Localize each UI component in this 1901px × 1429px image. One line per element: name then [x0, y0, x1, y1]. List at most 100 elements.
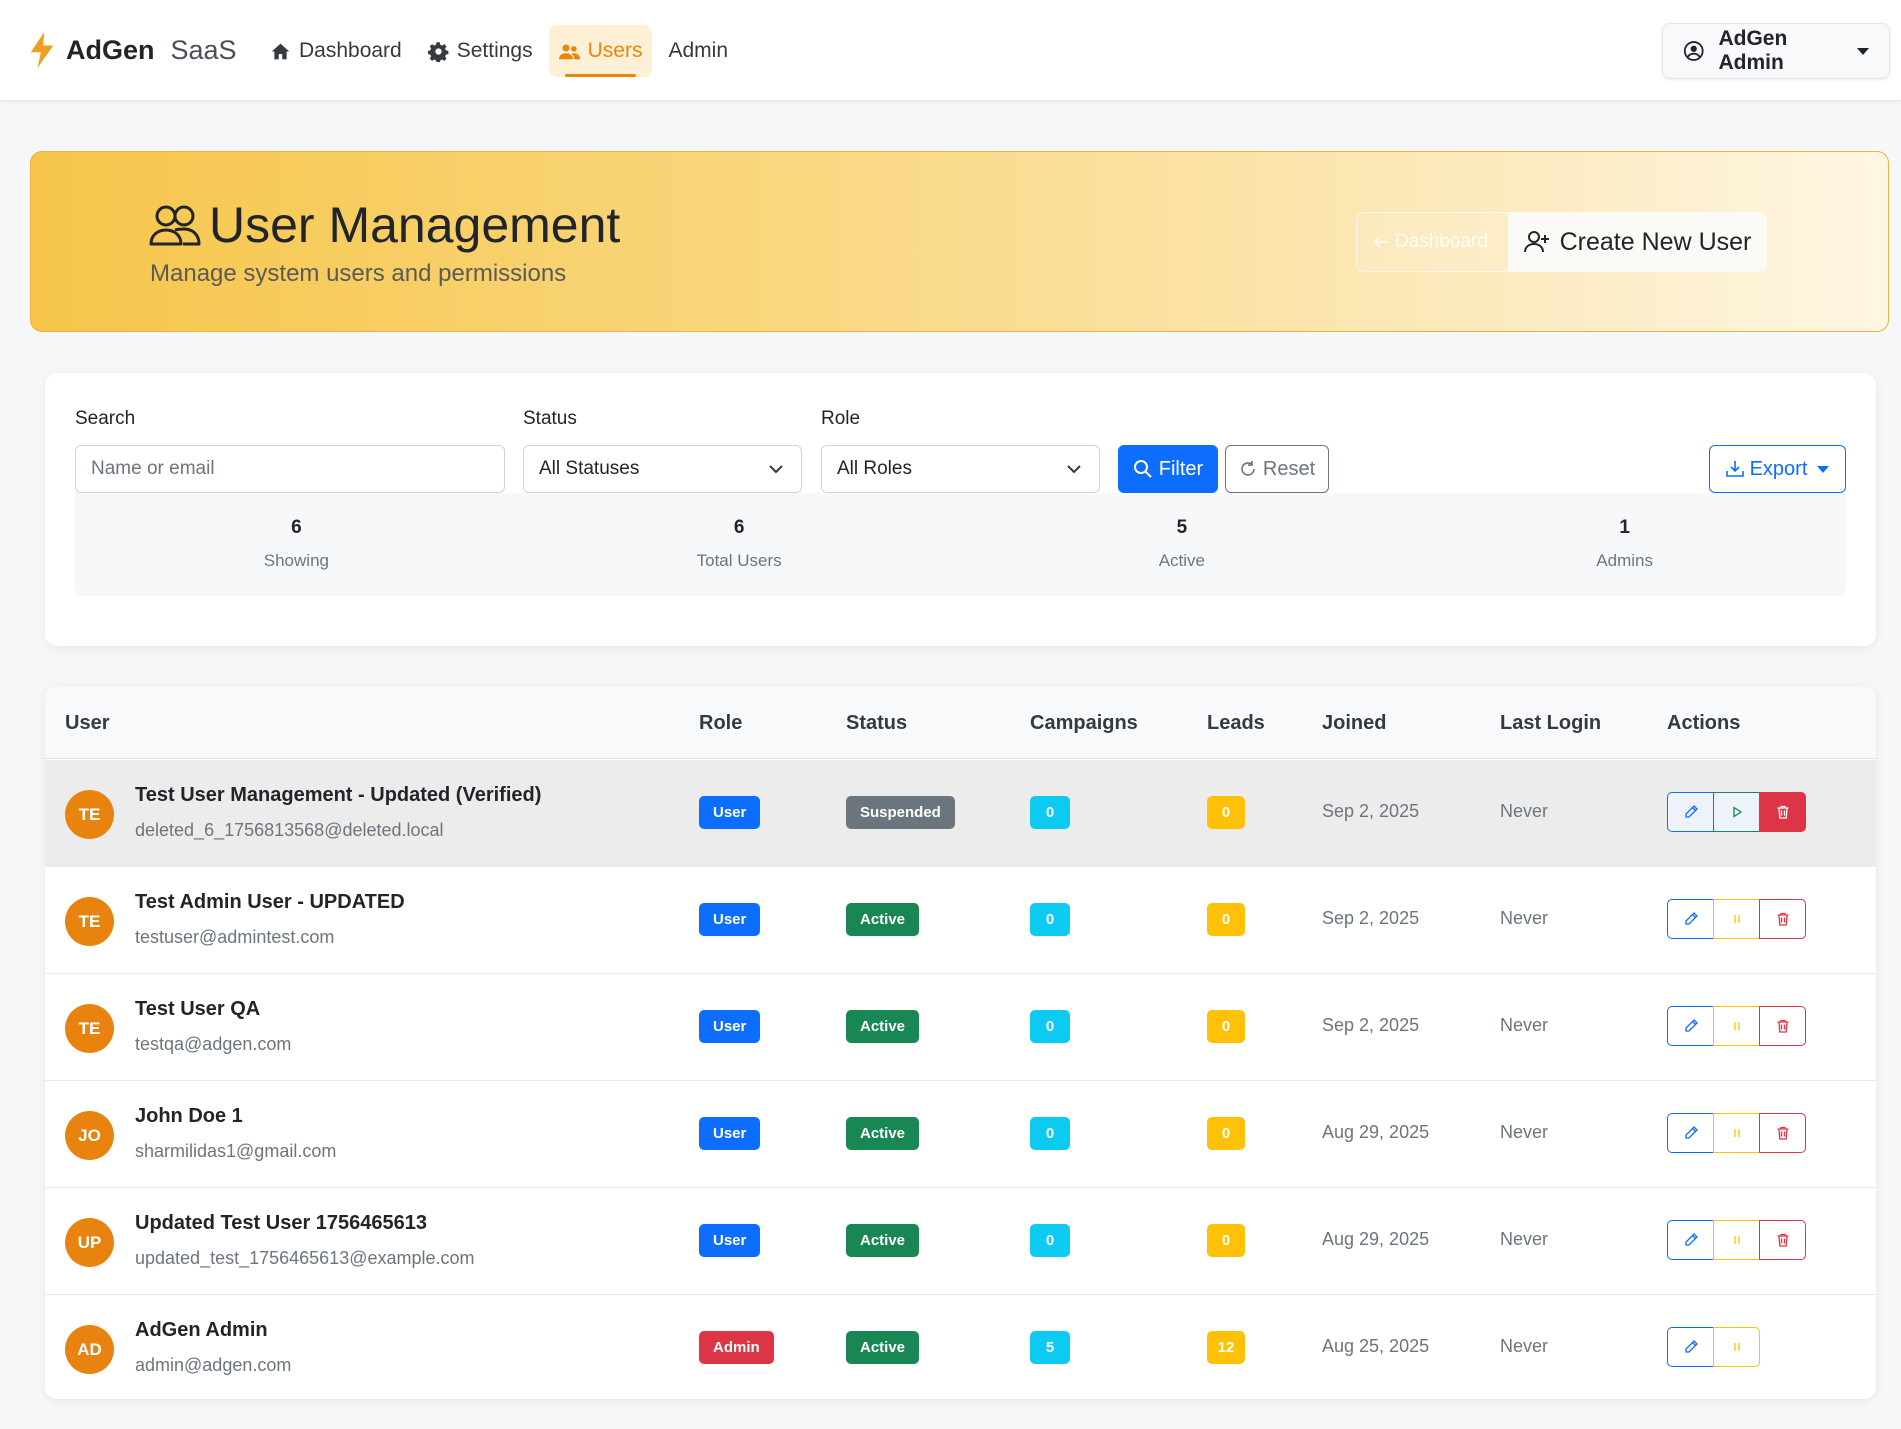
search-icon [1133, 460, 1152, 478]
stat-admins: 1 Admins [1403, 493, 1846, 596]
column-header-joined[interactable]: Joined [1322, 712, 1386, 735]
nav-users[interactable]: Users [548, 25, 653, 77]
person-plus-icon [1523, 231, 1549, 253]
suspend-user-button[interactable] [1713, 1220, 1760, 1260]
nav-admin[interactable]: Admin [658, 25, 738, 77]
activate-user-button[interactable] [1713, 792, 1760, 832]
edit-user-button[interactable] [1667, 792, 1714, 832]
top-navbar: AdGen SaaS Dashboard Settings Users Admi… [0, 0, 1901, 101]
nav-dashboard-label: Dashboard [299, 39, 402, 62]
gear-icon [427, 41, 449, 62]
delete-user-button[interactable] [1759, 792, 1806, 832]
status-select[interactable]: All Statuses [523, 445, 802, 493]
suspend-user-button[interactable] [1713, 1113, 1760, 1153]
edit-user-button[interactable] [1667, 1327, 1714, 1367]
back-to-dashboard-label: Dashboard [1395, 231, 1488, 252]
table-row[interactable]: AD AdGen Admin admin@adgen.com Admin Active 5… [45, 1295, 1876, 1399]
nav-settings-label: Settings [456, 39, 533, 62]
reset-button[interactable]: Reset [1225, 445, 1329, 493]
avatar: TE [65, 1004, 114, 1053]
create-new-user-button[interactable]: Create New User [1509, 213, 1766, 271]
avatar: UP [65, 1218, 114, 1267]
column-header-status[interactable]: Status [846, 712, 907, 735]
table-row[interactable]: TE Test Admin User - UPDATED testuser@admi… [45, 867, 1876, 974]
pause-icon [1733, 915, 1740, 923]
pencil-icon [1684, 1019, 1698, 1032]
pause-icon [1733, 1129, 1740, 1137]
column-header-user[interactable]: User [65, 712, 109, 735]
pencil-icon [1684, 1233, 1698, 1246]
edit-user-button[interactable] [1667, 1220, 1714, 1260]
row-actions [1667, 792, 1806, 832]
chevron-down-icon [769, 465, 783, 474]
trash-icon [1777, 912, 1788, 926]
back-to-dashboard-button[interactable]: Dashboard [1357, 213, 1509, 271]
export-dropdown-button[interactable]: Export [1709, 445, 1846, 493]
user-name: Test Admin User - UPDATED [135, 891, 405, 913]
leads-count-badge: 0 [1207, 903, 1245, 936]
column-header-role[interactable]: Role [699, 712, 742, 735]
role-select[interactable]: All Roles [821, 445, 1100, 493]
column-header-leads[interactable]: Leads [1207, 712, 1265, 735]
table-row[interactable]: UP Updated Test User 1756465613 updated_te… [45, 1188, 1876, 1295]
column-header-actions: Actions [1667, 712, 1741, 734]
trash-icon [1777, 805, 1788, 819]
pause-icon [1733, 1236, 1740, 1244]
user-email: admin@adgen.com [135, 1355, 292, 1375]
status-badge: Active [846, 1117, 920, 1150]
delete-user-button[interactable] [1759, 899, 1806, 939]
role-badge: User [699, 903, 761, 936]
delete-user-button[interactable] [1759, 1220, 1806, 1260]
avatar: TE [65, 897, 114, 946]
search-input[interactable]: Name or email [75, 445, 505, 493]
nav-settings[interactable]: Settings [418, 25, 543, 77]
column-header-last-login[interactable]: Last Login [1500, 712, 1601, 735]
stat-value: 5 [1176, 517, 1188, 538]
lightning-bolt-icon [30, 32, 54, 68]
campaigns-count-badge: 0 [1030, 903, 1070, 936]
edit-user-button[interactable] [1667, 1113, 1714, 1153]
table-row[interactable]: TE Test User QA testqa@adgen.com User Active… [45, 974, 1876, 1081]
nav-dashboard[interactable]: Dashboard [260, 25, 412, 77]
joined-date: Sep 2, 2025 [1322, 801, 1420, 821]
column-header-campaigns[interactable]: Campaigns [1030, 712, 1138, 735]
suspend-user-button[interactable] [1713, 1006, 1760, 1046]
brand[interactable]: AdGen SaaS [28, 32, 237, 68]
delete-user-button[interactable] [1759, 1113, 1806, 1153]
joined-date: Sep 2, 2025 [1322, 908, 1420, 928]
suspend-user-button[interactable] [1713, 1327, 1760, 1367]
status-badge: Active [846, 1010, 920, 1043]
leads-count-badge: 0 [1207, 1117, 1245, 1150]
trash-icon [1777, 1019, 1788, 1033]
filter-button[interactable]: Filter [1118, 445, 1218, 493]
delete-user-button[interactable] [1759, 1006, 1806, 1046]
status-badge: Suspended [846, 796, 955, 829]
user-email: testuser@admintest.com [135, 927, 335, 947]
campaigns-count-badge: 0 [1030, 1224, 1070, 1257]
role-badge: User [699, 1010, 761, 1043]
table-header: User Role Status Campaigns Leads Joined … [45, 686, 1876, 759]
user-circle-icon [1683, 41, 1704, 61]
edit-user-button[interactable] [1667, 899, 1714, 939]
suspend-user-button[interactable] [1713, 899, 1760, 939]
stat-label: Total Users [696, 551, 782, 570]
avatar: AD [65, 1325, 114, 1374]
search-label: Search [75, 408, 136, 429]
table-row[interactable]: TE Test User Management - Updated (Verifi… [45, 760, 1876, 867]
download-icon [1725, 461, 1744, 477]
role-badge: User [699, 1117, 761, 1150]
page-subtitle: Manage system users and permissions [150, 260, 567, 287]
chevron-down-icon [1817, 465, 1830, 473]
trash-icon [1777, 1233, 1788, 1247]
edit-user-button[interactable] [1667, 1006, 1714, 1046]
status-badge: Active [846, 1331, 920, 1364]
user-name: Updated Test User 1756465613 [135, 1212, 428, 1234]
play-icon [1732, 806, 1742, 818]
leads-count-badge: 0 [1207, 1224, 1245, 1257]
stat-value: 1 [1619, 517, 1630, 538]
pencil-icon [1684, 1340, 1698, 1353]
user-name: AdGen Admin [135, 1319, 268, 1341]
table-row[interactable]: JO John Doe 1 sharmilidas1@gmail.com User Ac… [45, 1081, 1876, 1188]
user-menu-dropdown[interactable]: AdGen Admin [1662, 23, 1890, 79]
page-title: User Management [149, 196, 620, 254]
